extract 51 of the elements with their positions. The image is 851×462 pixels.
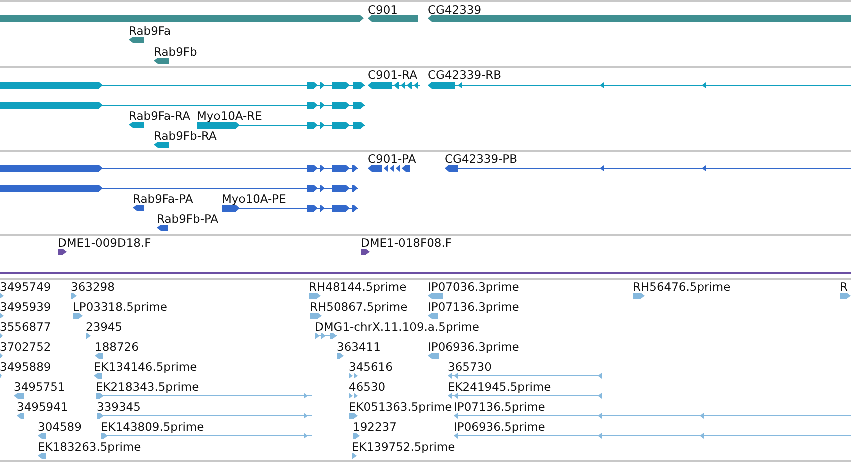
feature-label: EK183263.5prime [38, 440, 142, 454]
feature-label: 192237 [353, 420, 397, 434]
feature-label: DMG1-chrX.11.109.a.5prime [315, 320, 480, 334]
feature-label: 363298 [71, 280, 115, 294]
feature-label: Rab9Fa [129, 24, 172, 38]
feature-label: EK139752.5prime [352, 440, 456, 454]
feature-label: Myo10A-RE [197, 109, 262, 123]
feature-label: 3556877 [0, 320, 52, 334]
feature-label: 46530 [349, 380, 386, 394]
feature-label: Rab9Fb-RA [154, 129, 217, 143]
feature-label: EK143809.5prime [101, 420, 204, 434]
feature-label: CG42339-RB [428, 68, 502, 82]
feature-label: 304589 [38, 420, 82, 434]
feature-label: 188726 [95, 340, 139, 354]
feature-label: C901-PA [368, 152, 416, 166]
feature-label: 3702752 [0, 340, 52, 354]
feature-label: 3495941 [17, 400, 68, 414]
feature-label: 365730 [448, 360, 492, 374]
feature-label: EK134146.5prime [94, 360, 198, 374]
feature-label: EK241945.5prime [448, 380, 552, 394]
feature-label: IP06936.5prime [454, 420, 546, 434]
feature-label: RH48144.5prime [309, 280, 407, 294]
feature-label: 363411 [337, 340, 381, 354]
feature-label: C901 [368, 3, 398, 17]
feature-label: 345616 [349, 360, 393, 374]
feature-label: C901-RA [368, 68, 418, 82]
feature-label: CG42339-PB [445, 152, 518, 166]
feature-label: RH56476.5prime [633, 280, 731, 294]
feature-label: 3495939 [0, 300, 52, 314]
feature-label: 3495749 [0, 280, 52, 294]
feature-label: Rab9Fa-PA [133, 192, 194, 206]
feature-label: 23945 [86, 320, 123, 334]
feature-label: Rab9Fb [154, 45, 198, 59]
feature-label: Rab9Fa-RA [129, 109, 191, 123]
feature-label: EK051363.5prime [349, 400, 452, 414]
feature-label: RH50867.5prime [310, 300, 408, 314]
feature-label: DME1-009D18.F [58, 236, 152, 250]
feature-label: IP06936.3prime [428, 340, 520, 354]
feature-label: Rab9Fb-PA [157, 212, 219, 226]
feature-label: CG42339 [428, 3, 482, 17]
feature-label: 3495751 [14, 380, 66, 394]
feature-label: EK218343.5prime [96, 380, 200, 394]
feature-label: LP03318.5prime [73, 300, 168, 314]
feature-label: IP07136.5prime [454, 400, 546, 414]
feature-label: DME1-018F08.F [361, 236, 452, 250]
feature-label: IP07136.3prime [428, 300, 520, 314]
feature-label: IP07036.3prime [428, 280, 520, 294]
feature-label: 3495889 [0, 360, 52, 374]
feature-label: Myo10A-PE [222, 192, 286, 206]
feature-label: 339345 [97, 400, 141, 414]
feature-label: R [840, 280, 848, 294]
